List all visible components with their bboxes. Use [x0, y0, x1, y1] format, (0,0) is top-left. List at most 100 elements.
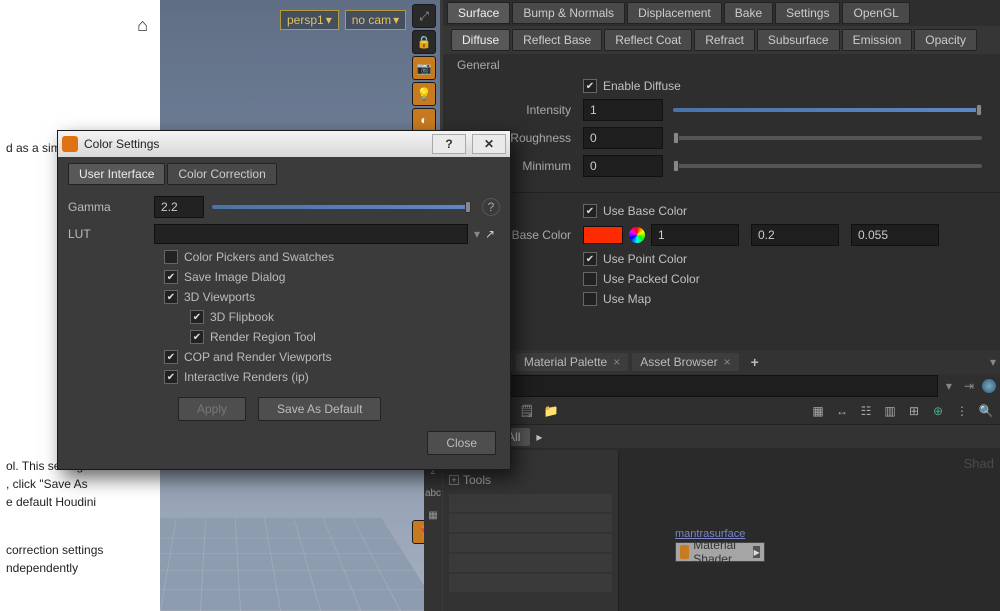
light-icon[interactable]: 💡 [412, 82, 436, 106]
base-b-field[interactable] [851, 224, 939, 246]
interactive-checkbox[interactable]: ✔ [164, 370, 178, 384]
help-icon[interactable]: ? [482, 198, 500, 216]
use-map-checkbox[interactable] [583, 292, 597, 306]
use-packed-color-checkbox[interactable] [583, 272, 597, 286]
nocam-label[interactable]: no cam▾ [345, 10, 406, 30]
list-item [449, 534, 612, 552]
cop-checkbox[interactable]: ✔ [164, 350, 178, 364]
node-arrow-icon[interactable]: ▸ [753, 546, 760, 558]
path-dropdown-icon[interactable]: ▾ [942, 379, 956, 393]
tab-user-interface[interactable]: User Interface [68, 163, 165, 185]
use-base-color-checkbox[interactable]: ✔ [583, 204, 597, 218]
save-default-button[interactable]: Save As Default [258, 397, 381, 421]
go-end-icon[interactable]: ⇥ [960, 379, 978, 393]
tab-diffuse[interactable]: Diffuse [451, 29, 510, 51]
tab-refract[interactable]: Refract [694, 29, 755, 51]
tool-icon[interactable]: ↔ [834, 403, 850, 419]
expand-icon[interactable]: ⤢ [412, 4, 436, 28]
tab-bump[interactable]: Bump & Normals [512, 2, 625, 24]
add-pane-tab[interactable]: + [743, 352, 767, 372]
tool-icon[interactable]: ⊞ [906, 403, 922, 419]
apply-button[interactable]: Apply [178, 397, 246, 421]
tab-color-correction[interactable]: Color Correction [167, 163, 276, 185]
tool-icon[interactable]: ⋮ [954, 403, 970, 419]
tool-icon[interactable]: ⊕ [930, 403, 946, 419]
save-dialog-checkbox[interactable]: ✔ [164, 270, 178, 284]
pane-tab-asset[interactable]: Asset Browser× [632, 353, 738, 371]
shader-node[interactable]: mantrasurface Material Shader ▸ [675, 528, 765, 562]
help-button[interactable]: ? [432, 134, 466, 154]
dropdown-icon[interactable]: ▸ [536, 430, 542, 444]
sidebar-icon[interactable]: ▦ [424, 504, 442, 526]
view-mode-label: Shad [964, 456, 994, 471]
tab-opacity[interactable]: Opacity [914, 29, 977, 51]
close-button[interactable]: ✕ [472, 134, 506, 154]
path-input[interactable] [468, 375, 938, 397]
tool-icon[interactable]: ▦ [810, 403, 826, 419]
enable-diffuse-label: Enable Diffuse [603, 79, 681, 93]
tree-tools[interactable]: + Tools [443, 470, 618, 490]
close-icon[interactable]: × [613, 355, 620, 369]
base-color-swatch[interactable] [583, 226, 623, 244]
list-item [449, 514, 612, 532]
color-wheel-icon[interactable] [629, 227, 645, 243]
browse-icon[interactable]: ↗ [480, 224, 500, 244]
tab-surface[interactable]: Surface [447, 2, 510, 24]
close-icon[interactable]: × [724, 355, 731, 369]
lock-icon[interactable]: 🔒 [412, 30, 436, 54]
interactive-label: Interactive Renders (ip) [184, 370, 309, 384]
doc-text: correction settings [6, 541, 154, 559]
use-map-label: Use Map [603, 292, 651, 306]
pane-tab-material[interactable]: Material Palette× [516, 353, 628, 371]
collapse-icon[interactable]: + [449, 475, 459, 485]
tab-reflect-base[interactable]: Reflect Base [512, 29, 602, 51]
3d-viewports-label: 3D Viewports [184, 290, 255, 304]
tab-emission[interactable]: Emission [842, 29, 913, 51]
cartoon-icon[interactable]: ◐ [412, 108, 436, 132]
search-icon[interactable]: 🔍 [978, 403, 994, 419]
base-r-field[interactable] [651, 224, 739, 246]
base-g-field[interactable] [751, 224, 839, 246]
globe-icon[interactable] [982, 379, 996, 393]
doc-text: e default Houdini [6, 493, 154, 511]
tool-icon[interactable]: ☷ [858, 403, 874, 419]
tab-displacement[interactable]: Displacement [627, 2, 722, 24]
pane-menu-icon[interactable]: ▾ [990, 355, 996, 369]
parameter-pane: Surface Bump & Normals Displacement Bake… [443, 0, 1000, 360]
intensity-field[interactable] [583, 99, 663, 121]
general-label: General [443, 54, 1000, 76]
close-dialog-button[interactable]: Close [427, 431, 496, 455]
sidebar-item[interactable]: abc [424, 482, 442, 504]
camera-icon[interactable]: 📷 [412, 56, 436, 80]
lut-field[interactable] [154, 224, 468, 244]
tab-reflect-coat[interactable]: Reflect Coat [604, 29, 692, 51]
enable-diffuse-checkbox[interactable]: ✔ [583, 79, 597, 93]
home-icon[interactable]: ⌂ [137, 12, 148, 39]
use-packed-color-label: Use Packed Color [603, 272, 700, 286]
gamma-slider[interactable] [212, 205, 470, 209]
minimum-slider[interactable] [673, 164, 982, 168]
roughness-slider[interactable] [673, 136, 982, 140]
pickers-checkbox[interactable] [164, 250, 178, 264]
folder-icon[interactable]: 📁 [543, 403, 559, 419]
tab-bake[interactable]: Bake [724, 2, 773, 24]
gamma-field[interactable] [154, 196, 204, 218]
material-icon [680, 545, 689, 559]
note-icon[interactable]: 🗒 [519, 403, 535, 419]
roughness-field[interactable] [583, 127, 663, 149]
3d-viewports-checkbox[interactable]: ✔ [164, 290, 178, 304]
camera-label[interactable]: persp1▾ [280, 10, 339, 30]
flipbook-checkbox[interactable]: ✔ [190, 310, 204, 324]
tool-icon[interactable]: ▥ [882, 403, 898, 419]
tab-subsurface[interactable]: Subsurface [757, 29, 840, 51]
cop-label: COP and Render Viewports [184, 350, 332, 364]
use-point-color-checkbox[interactable]: ✔ [583, 252, 597, 266]
region-checkbox[interactable]: ✔ [190, 330, 204, 344]
minimum-field[interactable] [583, 155, 663, 177]
app-icon [62, 136, 78, 152]
tab-opengl[interactable]: OpenGL [842, 2, 909, 24]
tab-settings[interactable]: Settings [775, 2, 840, 24]
network-canvas[interactable]: Shad mantrasurface Material Shader ▸ [620, 450, 1000, 611]
intensity-slider[interactable] [673, 108, 982, 112]
node-type: Material Shader [693, 538, 749, 566]
